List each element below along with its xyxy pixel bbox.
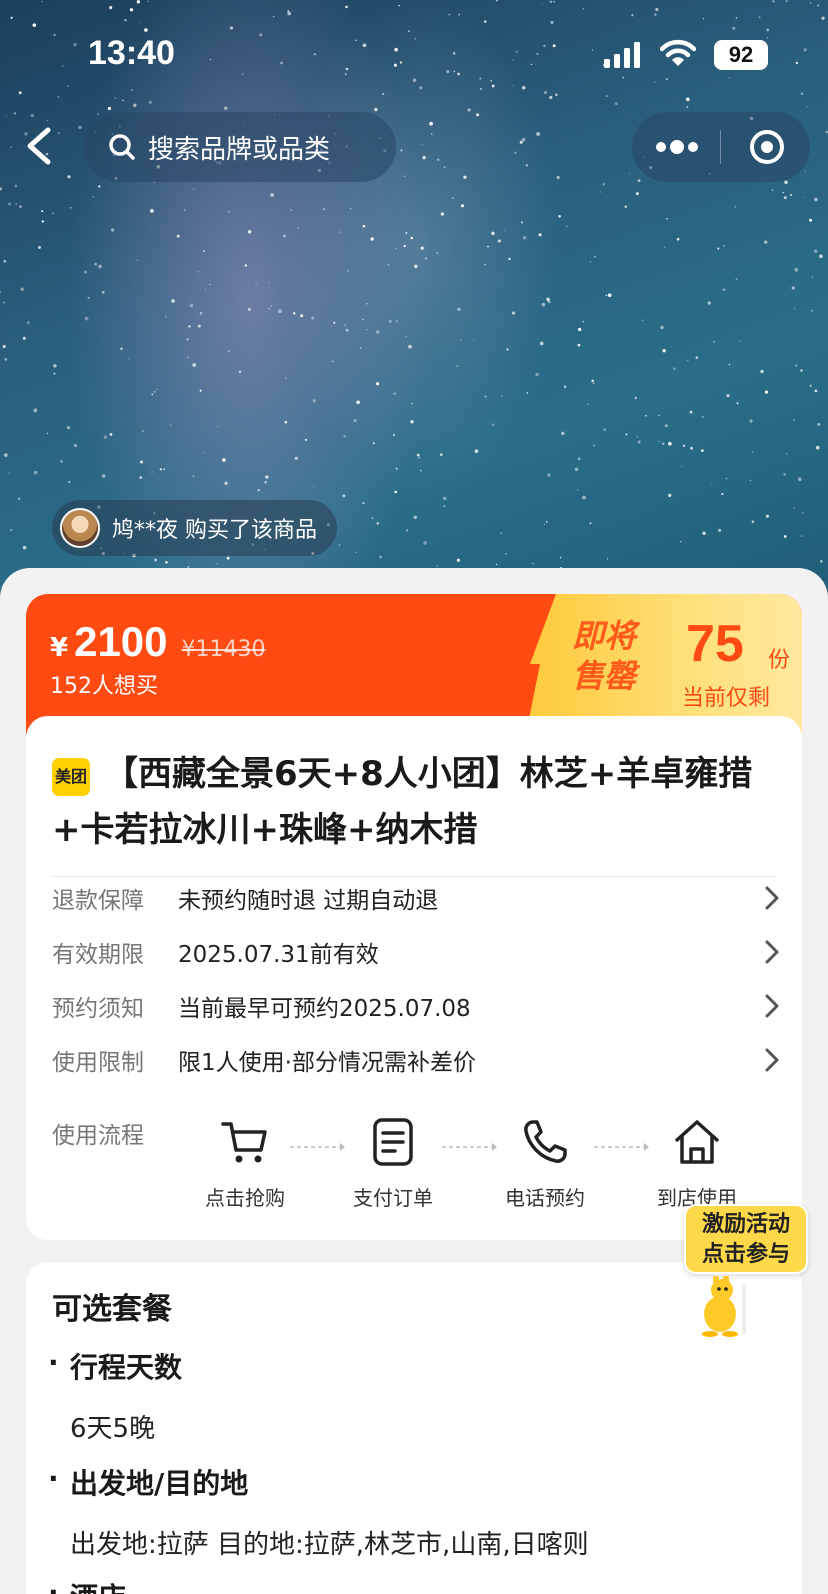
search-icon — [109, 134, 135, 160]
flow-step-use: 到店使用 — [642, 1116, 752, 1211]
divider — [52, 876, 776, 877]
chevron-right-icon — [765, 940, 779, 964]
kangaroo-mascot-icon — [702, 1276, 746, 1337]
remaining-label: 当前仅剩 — [682, 686, 771, 711]
info-row-booking[interactable]: 预约须知 当前最早可预约2025.07.08 — [52, 986, 782, 1026]
cart-icon — [221, 1122, 267, 1163]
product-card: 美团 【西藏全景6天+8人小团】林芝+羊卓雍措+卡若拉冰川+珠峰+纳木措 退款保… — [26, 716, 802, 1240]
chevron-right-icon — [765, 886, 779, 910]
back-arrow-icon[interactable] — [22, 124, 62, 168]
package-title: 可选套餐 — [52, 1292, 172, 1327]
package-heading-hotel: 酒店 — [70, 1576, 126, 1594]
info-label: 有效期限 — [52, 942, 144, 968]
product-title: 【西藏全景6天+8人小团】林芝+羊卓雍措+卡若拉冰川+珠峰+纳木措 — [52, 754, 753, 850]
search-placeholder: 搜索品牌或品类 — [148, 134, 331, 165]
remaining-unit: 份 — [768, 648, 791, 673]
info-row-limit[interactable]: 使用限制 限1人使用·部分情况需补差价 — [52, 1040, 782, 1080]
close-target-icon[interactable] — [748, 128, 786, 166]
info-row-validity[interactable]: 有效期限 2025.07.31前有效 — [52, 932, 782, 972]
hero-image: 13:40 92 搜索品牌或品类 鸠**夜 购买了该商品 — [0, 0, 828, 600]
info-label: 预约须知 — [52, 996, 144, 1022]
info-row-refund[interactable]: 退款保障 未预约随时退 过期自动退 — [52, 878, 782, 918]
bullet: · — [48, 1462, 59, 1495]
price-banner: ¥ 2100 ¥11430 152人想买 即将 售罄 75 份 当前仅剩 — [26, 594, 802, 734]
price-currency: ¥ — [50, 633, 69, 663]
document-icon — [373, 1118, 413, 1166]
bullet: · — [48, 1346, 59, 1379]
flow-step-call: 电话预约 — [490, 1116, 600, 1211]
soldout-line1: 即将 — [571, 618, 636, 654]
package-heading-days: 行程天数 — [70, 1351, 183, 1384]
package-value-route: 出发地:拉萨 目的地:拉萨,林芝市,山南,日喀则 — [70, 1530, 589, 1560]
price-row: ¥ 2100 ¥11430 — [50, 618, 266, 666]
recent-buyer-text: 鸠**夜 购买了该商品 — [112, 518, 317, 543]
avatar — [60, 508, 100, 548]
info-value: 未预约随时退 过期自动退 — [178, 888, 439, 914]
flow-step-label: 点击抢购 — [205, 1186, 285, 1210]
info-label: 退款保障 — [52, 888, 144, 914]
flow-step-pay: 支付订单 — [338, 1116, 448, 1211]
remaining-count: 75 — [686, 615, 744, 673]
chevron-right-icon — [765, 1048, 779, 1072]
search-bar[interactable]: 搜索品牌或品类 — [84, 112, 396, 182]
mini-program-capsule — [632, 112, 810, 182]
package-value-days: 6天5晚 — [70, 1414, 156, 1444]
want-count: 152人想买 — [50, 674, 158, 699]
soldout-label: 即将 售罄 — [554, 616, 654, 696]
promo-float-button[interactable]: 激励活动 点击参与 — [684, 1204, 808, 1344]
info-value: 当前最早可预约2025.07.08 — [178, 996, 471, 1022]
wifi-icon — [660, 39, 696, 66]
promo-line2: 点击参与 — [701, 1242, 790, 1267]
recent-buyer-notice: 鸠**夜 购买了该商品 — [52, 500, 337, 556]
signal-icon — [604, 42, 640, 68]
current-price: 2100 — [74, 618, 168, 665]
more-icon[interactable] — [654, 136, 700, 158]
bullet: · — [48, 1576, 59, 1594]
status-time: 13:40 — [88, 34, 175, 72]
flow-step-label: 电话预约 — [505, 1186, 585, 1210]
info-label: 使用限制 — [52, 1050, 144, 1076]
battery-indicator: 92 — [714, 40, 768, 70]
info-value: 2025.07.31前有效 — [178, 942, 379, 968]
info-value: 限1人使用·部分情况需补差价 — [178, 1050, 476, 1076]
phone-icon — [524, 1120, 567, 1163]
status-bar: 13:40 92 — [0, 0, 828, 110]
original-price: ¥11430 — [181, 637, 266, 662]
package-heading-route: 出发地/目的地 — [70, 1467, 249, 1500]
soldout-line2: 售罄 — [571, 658, 636, 694]
flow-step-purchase: 点击抢购 — [190, 1116, 300, 1211]
promo-box: 激励活动 点击参与 — [684, 1204, 808, 1274]
flow-label: 使用流程 — [52, 1123, 144, 1149]
home-icon — [675, 1120, 719, 1164]
promo-line1: 激励活动 — [701, 1212, 790, 1237]
chevron-right-icon — [765, 994, 779, 1018]
flow-step-label: 支付订单 — [353, 1186, 433, 1210]
capsule-divider — [720, 130, 721, 164]
